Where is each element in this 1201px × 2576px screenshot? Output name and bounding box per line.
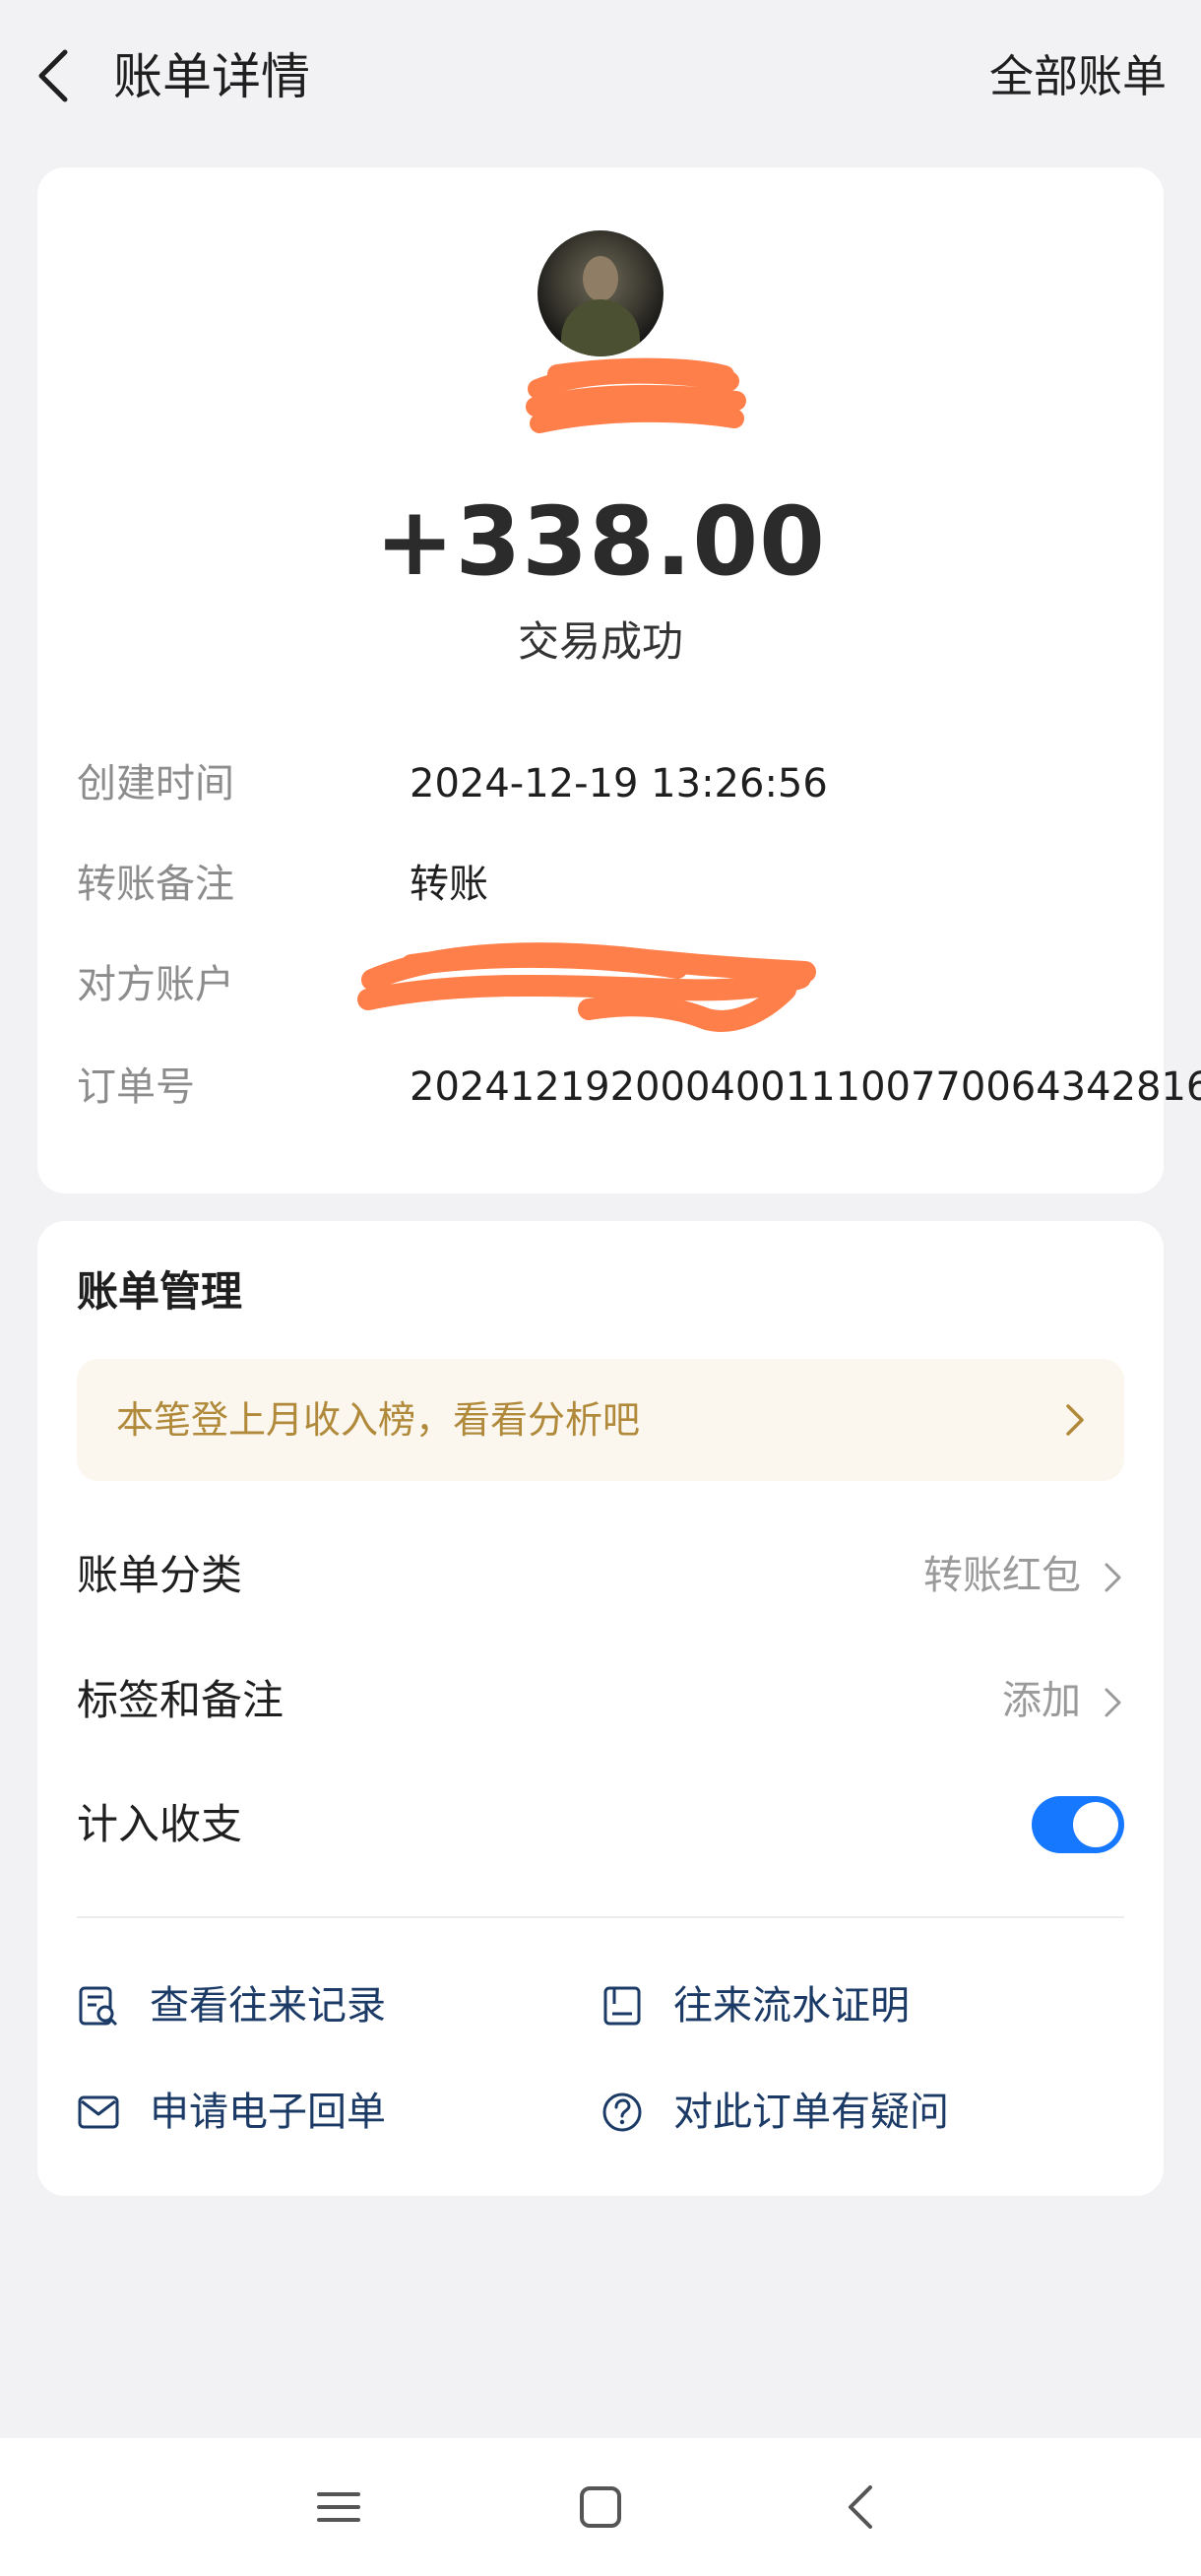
home-icon[interactable] [571,2478,630,2537]
link-label: 往来流水证明 [673,1983,910,2029]
question-icon [600,2091,644,2134]
menu-icon[interactable] [309,2478,368,2537]
detail-label: 转账备注 [77,862,234,907]
link-label: 查看往来记录 [150,1983,386,2029]
link-label: 对此订单有疑问 [673,2090,949,2135]
toggle-knob [1073,1802,1118,1847]
detail-label: 对方账户 [77,962,234,1007]
include-in-budget-toggle[interactable] [1032,1796,1124,1853]
bill-management-card: 账单管理 本笔登上月收入榜，看看分析吧 账单分类 转账红包 标签和备注 添加 计… [37,1221,1164,2196]
setting-label: 标签和备注 [77,1676,284,1724]
section-title: 账单管理 [77,1267,243,1316]
transaction-card: +338.00 交易成功 创建时间 2024-12-19 13:26:56 转账… [37,167,1201,1193]
setting-value: 添加 [1002,1678,1081,1723]
chevron-right-icon [1066,1404,1084,1436]
bill-category-row[interactable]: 账单分类 转账红包 [77,1541,1124,1610]
nav-back-icon[interactable] [833,2478,892,2537]
transaction-amount: +338.00 [375,486,826,597]
setting-value: 转账红包 [923,1553,1081,1598]
system-nav-bar [0,2438,1201,2576]
avatar[interactable] [537,230,664,356]
all-bills-link[interactable]: 全部账单 [989,45,1167,108]
setting-label: 账单分类 [77,1551,243,1599]
detail-label: 创建时间 [77,761,234,806]
chevron-right-icon [1105,1563,1121,1592]
tags-notes-row[interactable]: 标签和备注 添加 [77,1666,1124,1735]
redacted-account-scribble [352,921,825,1039]
detail-value: 20241219200040011100770064342816 [410,1064,1201,1110]
header: 账单详情 全部账单 [0,0,1201,158]
detail-row-remark: 转账备注 转账 [77,855,1140,914]
record-search-icon [77,1984,120,2028]
detail-label: 订单号 [77,1064,195,1110]
detail-row-created-time: 创建时间 2024-12-19 13:26:56 [77,754,1140,813]
income-ranking-banner[interactable]: 本笔登上月收入榜，看看分析吧 [77,1359,1124,1481]
include-in-budget-row: 计入收支 [77,1790,1124,1859]
detail-value: 转账 [410,862,488,907]
mail-icon [77,2091,120,2134]
page-title: 账单详情 [113,48,310,105]
link-label: 申请电子回单 [150,2090,386,2135]
detail-value: 2024-12-19 13:26:56 [410,761,828,806]
divider [77,1916,1124,1918]
transaction-status: 交易成功 [517,617,683,666]
promo-text: 本笔登上月收入榜，看看分析吧 [116,1398,641,1442]
back-arrow-icon[interactable] [30,44,79,108]
statement-icon [600,1984,644,2028]
redacted-name-scribble [518,350,754,448]
detail-row-order-number: 订单号 20241219200040011100770064342816 [77,1058,1201,1117]
setting-label: 计入收支 [77,1800,243,1848]
chevron-right-icon [1105,1688,1121,1717]
